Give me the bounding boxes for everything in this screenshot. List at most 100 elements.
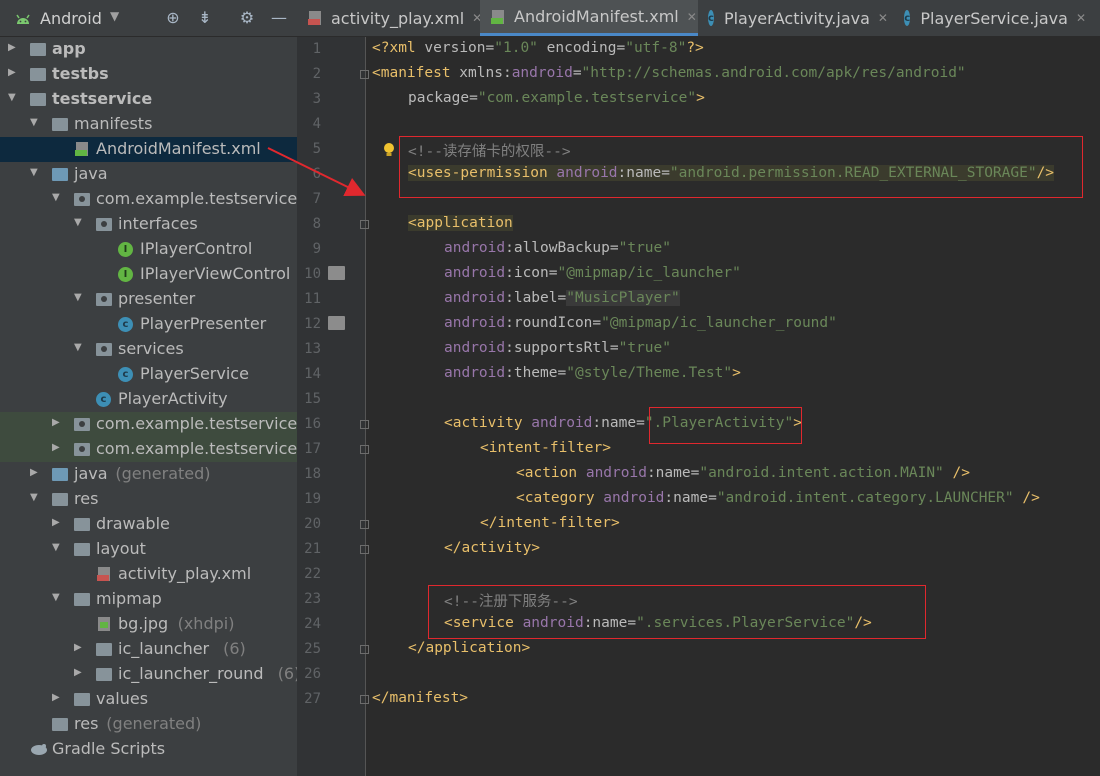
tab-playerservice-java[interactable]: c PlayerService.java ✕ (894, 0, 1094, 36)
image-preview-icon[interactable] (328, 266, 345, 280)
chevron-right-icon[interactable]: ▶ (74, 643, 84, 653)
collapse-icon[interactable]: ⇟ (196, 9, 214, 27)
tree-item[interactable]: ▼ presenter (0, 287, 297, 312)
tree-item[interactable]: AndroidManifest.xml (0, 137, 297, 162)
tab-playeractivity-java[interactable]: c PlayerActivity.java ✕ (698, 0, 894, 36)
annotation-box-permission (399, 136, 1083, 198)
code-line-12[interactable]: android:roundIcon="@mipmap/ic_launcher_r… (444, 315, 837, 331)
code-line-19[interactable]: <category android:name="android.intent.c… (516, 490, 1040, 506)
tree-item[interactable]: c PlayerPresenter (0, 312, 297, 337)
tree-item[interactable]: ▶ values (0, 687, 297, 712)
tree-item[interactable]: res (generated) (0, 712, 297, 737)
chevron-down-icon[interactable]: ▼ (30, 168, 40, 178)
package-icon (74, 193, 90, 206)
gear-icon[interactable]: ⚙ (238, 9, 256, 27)
minimize-icon[interactable]: — (270, 9, 288, 27)
line-number: 4 (312, 116, 321, 132)
fold-icon[interactable] (360, 420, 369, 429)
code-line-1[interactable]: <?xml version="1.0" encoding="utf-8"?> (372, 40, 704, 56)
code-line-25[interactable]: </application> (408, 640, 530, 656)
tree-item[interactable]: ▼ res (0, 487, 297, 512)
chevron-down-icon[interactable]: ▼ (74, 218, 84, 228)
tree-item[interactable]: ▼ manifests (0, 112, 297, 137)
class-icon: c (708, 10, 714, 26)
tree-item-label: layout (96, 539, 146, 558)
chevron-down-icon[interactable]: ▼ (52, 543, 62, 553)
tab-label: PlayerActivity.java (723, 8, 870, 28)
close-icon[interactable]: ✕ (878, 11, 888, 25)
lightbulb-icon[interactable] (382, 142, 396, 158)
tree-item[interactable]: ▼ layout (0, 537, 297, 562)
chevron-down-icon[interactable]: ▼ (74, 343, 84, 353)
tree-item[interactable]: ▶com.example.testservice(t (0, 437, 297, 462)
fold-icon[interactable] (360, 520, 369, 529)
tree-item[interactable]: ▼ interfaces (0, 212, 297, 237)
code-line-2[interactable]: <manifest xmlns:android="http://schemas.… (372, 65, 966, 81)
code-line-27[interactable]: </manifest> (372, 690, 468, 706)
tree-item[interactable]: I IPlayerControl (0, 237, 297, 262)
chevron-right-icon[interactable]: ▶ (52, 693, 62, 703)
code-line-13[interactable]: android:supportsRtl="true" (444, 340, 671, 356)
tree-item[interactable]: Gradle Scripts (0, 737, 297, 762)
chevron-right-icon[interactable]: ▶ (52, 518, 62, 528)
tree-item[interactable]: ▶ java (generated) (0, 462, 297, 487)
tab-androidmanifest-xml[interactable]: AndroidManifest.xml ✕ (480, 0, 698, 36)
chevron-right-icon[interactable]: ▶ (74, 668, 84, 678)
tree-item[interactable]: ▼ com.example.testservice (0, 187, 297, 212)
fold-icon[interactable] (360, 445, 369, 454)
tree-item[interactable]: I IPlayerViewControl (0, 262, 297, 287)
code-line-11[interactable]: android:label="MusicPlayer" (444, 290, 680, 306)
code-line-20[interactable]: </intent-filter> (480, 515, 620, 531)
code-line-17[interactable]: <intent-filter> (480, 440, 611, 456)
chevron-right-icon[interactable]: ▶ (8, 68, 18, 78)
line-number: 5 (312, 141, 321, 157)
tree-item-label: com.example.testservice (96, 189, 297, 208)
tree-item[interactable]: ▶ ic_launcher_round (6) (0, 662, 297, 687)
code-line-9[interactable]: android:allowBackup="true" (444, 240, 671, 256)
tree-item[interactable]: ▶com.example.testservice(a (0, 412, 297, 437)
tree-item[interactable]: ▶ ic_launcher (6) (0, 637, 297, 662)
chevron-down-icon[interactable]: ▼ (30, 118, 40, 128)
close-icon[interactable]: ✕ (1076, 11, 1086, 25)
chevron-down-icon[interactable]: ▼ (110, 9, 119, 23)
tree-item[interactable]: ▼ testservice (0, 87, 297, 112)
tree-item-label: ic_launcher (118, 639, 210, 658)
chevron-down-icon[interactable]: ▼ (30, 493, 40, 503)
tree-item[interactable]: ▼ java (0, 162, 297, 187)
code-line-8[interactable]: <application (408, 215, 513, 231)
tree-item[interactable]: ▶ testbs (0, 62, 297, 87)
tree-item[interactable]: ▼ mipmap (0, 587, 297, 612)
tree-item[interactable]: activity_play.xml (0, 562, 297, 587)
tree-item[interactable]: c PlayerService (0, 362, 297, 387)
chevron-down-icon[interactable]: ▼ (8, 93, 18, 103)
code-line-21[interactable]: </activity> (444, 540, 540, 556)
tree-item[interactable]: ▼ services (0, 337, 297, 362)
chevron-down-icon[interactable]: ▼ (74, 293, 84, 303)
chevron-right-icon[interactable]: ▶ (8, 43, 18, 53)
tree-item-extra: (6) (277, 664, 297, 683)
fold-icon[interactable] (360, 645, 369, 654)
tree-item[interactable]: c PlayerActivity (0, 387, 297, 412)
chevron-down-icon[interactable]: ▼ (52, 593, 62, 603)
fold-icon[interactable] (360, 220, 369, 229)
code-line-3[interactable]: package="com.example.testservice"> (408, 90, 705, 106)
project-view-selector[interactable]: Android (40, 9, 102, 28)
chevron-right-icon[interactable]: ▶ (30, 468, 40, 478)
chevron-down-icon[interactable]: ▼ (52, 193, 62, 203)
tree-item[interactable]: bg.jpg (xhdpi) (0, 612, 297, 637)
tree-item[interactable]: ▶ app (0, 37, 297, 62)
close-icon[interactable]: ✕ (687, 10, 697, 24)
code-line-14[interactable]: android:theme="@style/Theme.Test"> (444, 365, 741, 381)
target-icon[interactable]: ⊕ (164, 9, 182, 27)
code-line-10[interactable]: android:icon="@mipmap/ic_launcher" (444, 265, 741, 281)
tab-activity-play-xml[interactable]: activity_play.xml ✕ (297, 0, 482, 36)
fold-icon[interactable] (360, 70, 369, 79)
line-number: 9 (312, 241, 321, 257)
fold-icon[interactable] (360, 545, 369, 554)
code-line-18[interactable]: <action android:name="android.intent.act… (516, 465, 970, 481)
image-preview-icon[interactable] (328, 316, 345, 330)
chevron-right-icon[interactable]: ▶ (52, 418, 62, 428)
fold-icon[interactable] (360, 695, 369, 704)
chevron-right-icon[interactable]: ▶ (52, 443, 62, 453)
tree-item[interactable]: ▶ drawable (0, 512, 297, 537)
